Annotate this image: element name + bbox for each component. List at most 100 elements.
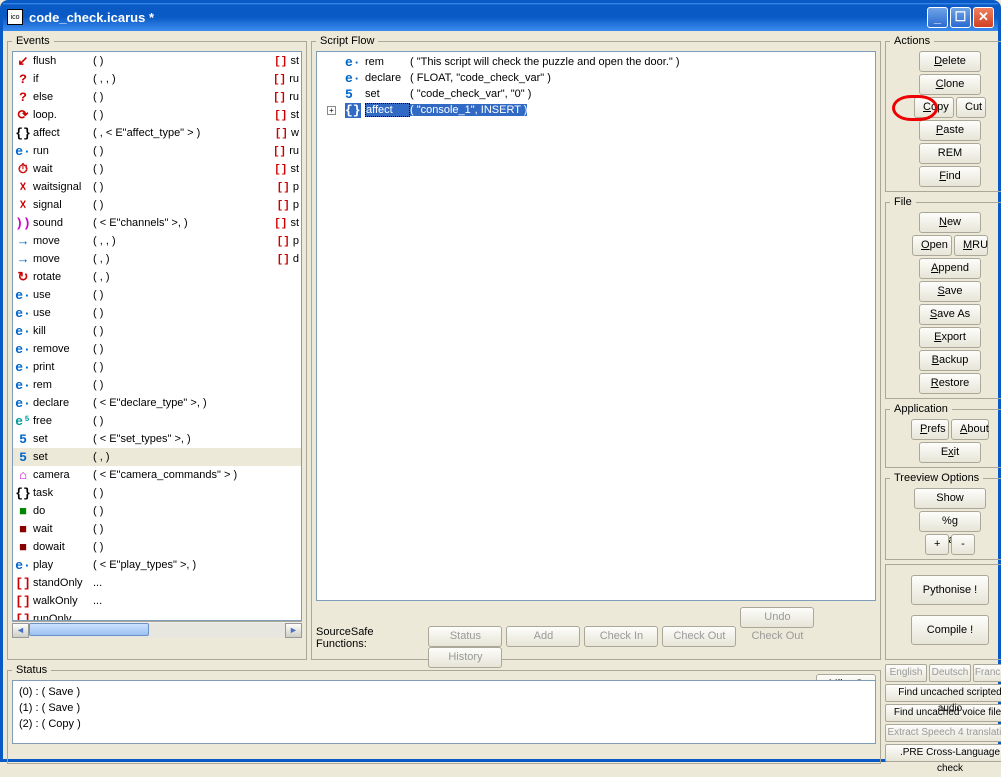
treeview-panel: Treeview Options Show Types %g floats + … — [885, 472, 1001, 560]
event-row-task[interactable]: {}task( ) — [13, 484, 301, 502]
event-row-use[interactable]: e·use( ) — [13, 304, 301, 322]
event-row-walkOnly[interactable]: []walkOnly... — [13, 592, 301, 610]
ss-status[interactable]: Status — [428, 626, 502, 647]
event-row-rem[interactable]: e·rem( ) — [13, 376, 301, 394]
find-button[interactable]: Find — [919, 166, 981, 187]
expand-icon[interactable]: + — [327, 106, 336, 115]
event-row-declare[interactable]: e·declare( < E"declare_type" >, ) — [13, 394, 301, 412]
event-row-affect[interactable]: {}affect( , < E"affect_type" > )[] w — [13, 124, 301, 142]
rem-button[interactable]: REM — [919, 143, 981, 164]
event-row-rotate[interactable]: ↻rotate( , ) — [13, 268, 301, 286]
scriptflow-icon: e· — [345, 71, 361, 86]
sourcesafe-row: SourceSafe Functions: StatusAddCheck InC… — [316, 607, 876, 668]
event-row-remove[interactable]: e·remove( ) — [13, 340, 301, 358]
event-row-sound[interactable]: ))sound( < E"channels" >, )[] st — [13, 214, 301, 232]
scroll-thumb[interactable] — [29, 623, 149, 636]
showtypes-button[interactable]: Show Types — [914, 488, 986, 509]
event-row-use[interactable]: e·use( ) — [13, 286, 301, 304]
event-row-print[interactable]: e·print( ) — [13, 358, 301, 376]
event-row-set[interactable]: 5set( < E"set_types" >, ) — [13, 430, 301, 448]
open-button[interactable]: Open — [912, 235, 952, 256]
event-row-signal[interactable]: ☓signal( )[] p — [13, 196, 301, 214]
expand-button[interactable]: + — [925, 534, 949, 555]
bottom-find-uncached-voice-files[interactable]: Find uncached voice files — [885, 704, 1001, 722]
restore-button[interactable]: Restore — [919, 373, 981, 394]
ss-undo-check-out[interactable]: Undo Check Out — [740, 607, 814, 628]
event-row-waitsignal[interactable]: ☓waitsignal( )[] p — [13, 178, 301, 196]
scriptflow-row-set[interactable]: 5set( "code_check_var", "0" ) — [319, 86, 873, 102]
event-signature: ( ) — [93, 505, 103, 517]
pythonise-button[interactable]: Pythonise ! — [911, 575, 989, 605]
save-button[interactable]: Save — [919, 281, 981, 302]
collapse-button[interactable]: - — [951, 534, 975, 555]
compile-button[interactable]: Compile ! — [911, 615, 989, 645]
exit-button[interactable]: Exit — [919, 442, 981, 463]
bracket-icon: [] — [273, 146, 286, 158]
new-button[interactable]: New — [919, 212, 981, 233]
event-row-free[interactable]: e⁵free( ) — [13, 412, 301, 430]
close-button[interactable]: ✕ — [973, 7, 994, 28]
titlebar[interactable]: ico code_check.icarus * _ ☐ ✕ — [3, 3, 998, 31]
event-row-if[interactable]: ?if( , , )[] ru — [13, 70, 301, 88]
event-row-flush[interactable]: ↙flush( )[] st — [13, 52, 301, 70]
lang-deutsch[interactable]: Deutsch — [929, 664, 971, 682]
event-name: camera — [33, 469, 93, 481]
bottom-extract-speech-translation[interactable]: Extract Speech 4 translation — [885, 724, 1001, 742]
delete-button[interactable]: Delete — [919, 51, 981, 72]
status-panel: Status (0) : ( Save )(1) : ( Save )(2) :… — [7, 664, 881, 764]
status-line: (2) : ( Copy ) — [19, 716, 869, 732]
ss-add[interactable]: Add — [506, 626, 580, 647]
scroll-right-icon[interactable]: ► — [285, 623, 302, 638]
event-row-wait[interactable]: ⏱wait( )[] st — [13, 160, 301, 178]
backup-button[interactable]: Backup — [919, 350, 981, 371]
event-row-else[interactable]: ?else( )[] ru — [13, 88, 301, 106]
event-row-kill[interactable]: e·kill( ) — [13, 322, 301, 340]
ss-check-out[interactable]: Check Out — [662, 626, 736, 647]
event-row-move[interactable]: →move( , , )[] p — [13, 232, 301, 250]
event-row-camera[interactable]: ⌂camera( < E"camera_commands" > ) — [13, 466, 301, 484]
event-row-run[interactable]: e·run( )[] ru — [13, 142, 301, 160]
event-row-dowait[interactable]: ■dowait( ) — [13, 538, 301, 556]
gfloats-button[interactable]: %g floats — [919, 511, 981, 532]
event-icon: ☓ — [15, 180, 31, 195]
event-name: standOnly — [33, 577, 93, 589]
lang-english[interactable]: English — [885, 664, 927, 682]
mru-button[interactable]: MRU — [954, 235, 988, 256]
event-name: dowait — [33, 541, 93, 553]
scriptflow-row-declare[interactable]: e·declare( FLOAT, "code_check_var" ) — [319, 70, 873, 86]
scriptflow-row-affect[interactable]: +{}affect( "console_1", INSERT ) — [319, 102, 873, 118]
event-name: if — [33, 73, 93, 85]
event-row-set[interactable]: 5set( , ) — [13, 448, 301, 466]
scriptflow-row-rem[interactable]: e·rem( "This script will check the puzzl… — [319, 54, 873, 70]
minimize-button[interactable]: _ — [927, 7, 948, 28]
event-row-wait[interactable]: ■wait( ) — [13, 520, 301, 538]
lang-francais[interactable]: Francais — [973, 664, 1001, 682]
clone-button[interactable]: Clone — [919, 74, 981, 95]
scroll-left-icon[interactable]: ◄ — [12, 623, 29, 638]
ss-check-in[interactable]: Check In — [584, 626, 658, 647]
event-row-standOnly[interactable]: []standOnly... — [13, 574, 301, 592]
bottom--pre-cross-language-check[interactable]: .PRE Cross-Language check — [885, 744, 1001, 762]
event-row-loop.[interactable]: ⟳loop.( )[] st — [13, 106, 301, 124]
event-icon: {} — [15, 486, 31, 501]
saveas-button[interactable]: Save As — [919, 304, 981, 325]
event-icon: ■ — [15, 504, 31, 519]
event-row-runOnly[interactable]: []runOnly... — [13, 610, 301, 621]
event-row-do[interactable]: ■do( ) — [13, 502, 301, 520]
scriptflow-tree[interactable]: e·rem( "This script will check the puzzl… — [316, 51, 876, 601]
maximize-button[interactable]: ☐ — [950, 7, 971, 28]
cut-button[interactable]: Cut — [956, 97, 986, 118]
paste-button[interactable]: Paste — [919, 120, 981, 141]
export-button[interactable]: Export — [919, 327, 981, 348]
event-row-play[interactable]: e·play( < E"play_types" >, ) — [13, 556, 301, 574]
events-list[interactable]: ↙flush( )[] st?if( , , )[] ru?else( )[] … — [12, 51, 302, 621]
event-icon: ⟳ — [15, 108, 31, 123]
about-button[interactable]: About — [951, 419, 989, 440]
append-button[interactable]: Append — [919, 258, 981, 279]
bottom-find-uncached-scripted-audio[interactable]: Find uncached scripted audio — [885, 684, 1001, 702]
status-line: (1) : ( Save ) — [19, 700, 869, 716]
copy-button[interactable]: Copy — [914, 97, 954, 118]
events-scrollbar[interactable]: ◄ ► — [12, 621, 302, 638]
event-row-move[interactable]: →move( , )[] d — [13, 250, 301, 268]
prefs-button[interactable]: Prefs — [911, 419, 949, 440]
